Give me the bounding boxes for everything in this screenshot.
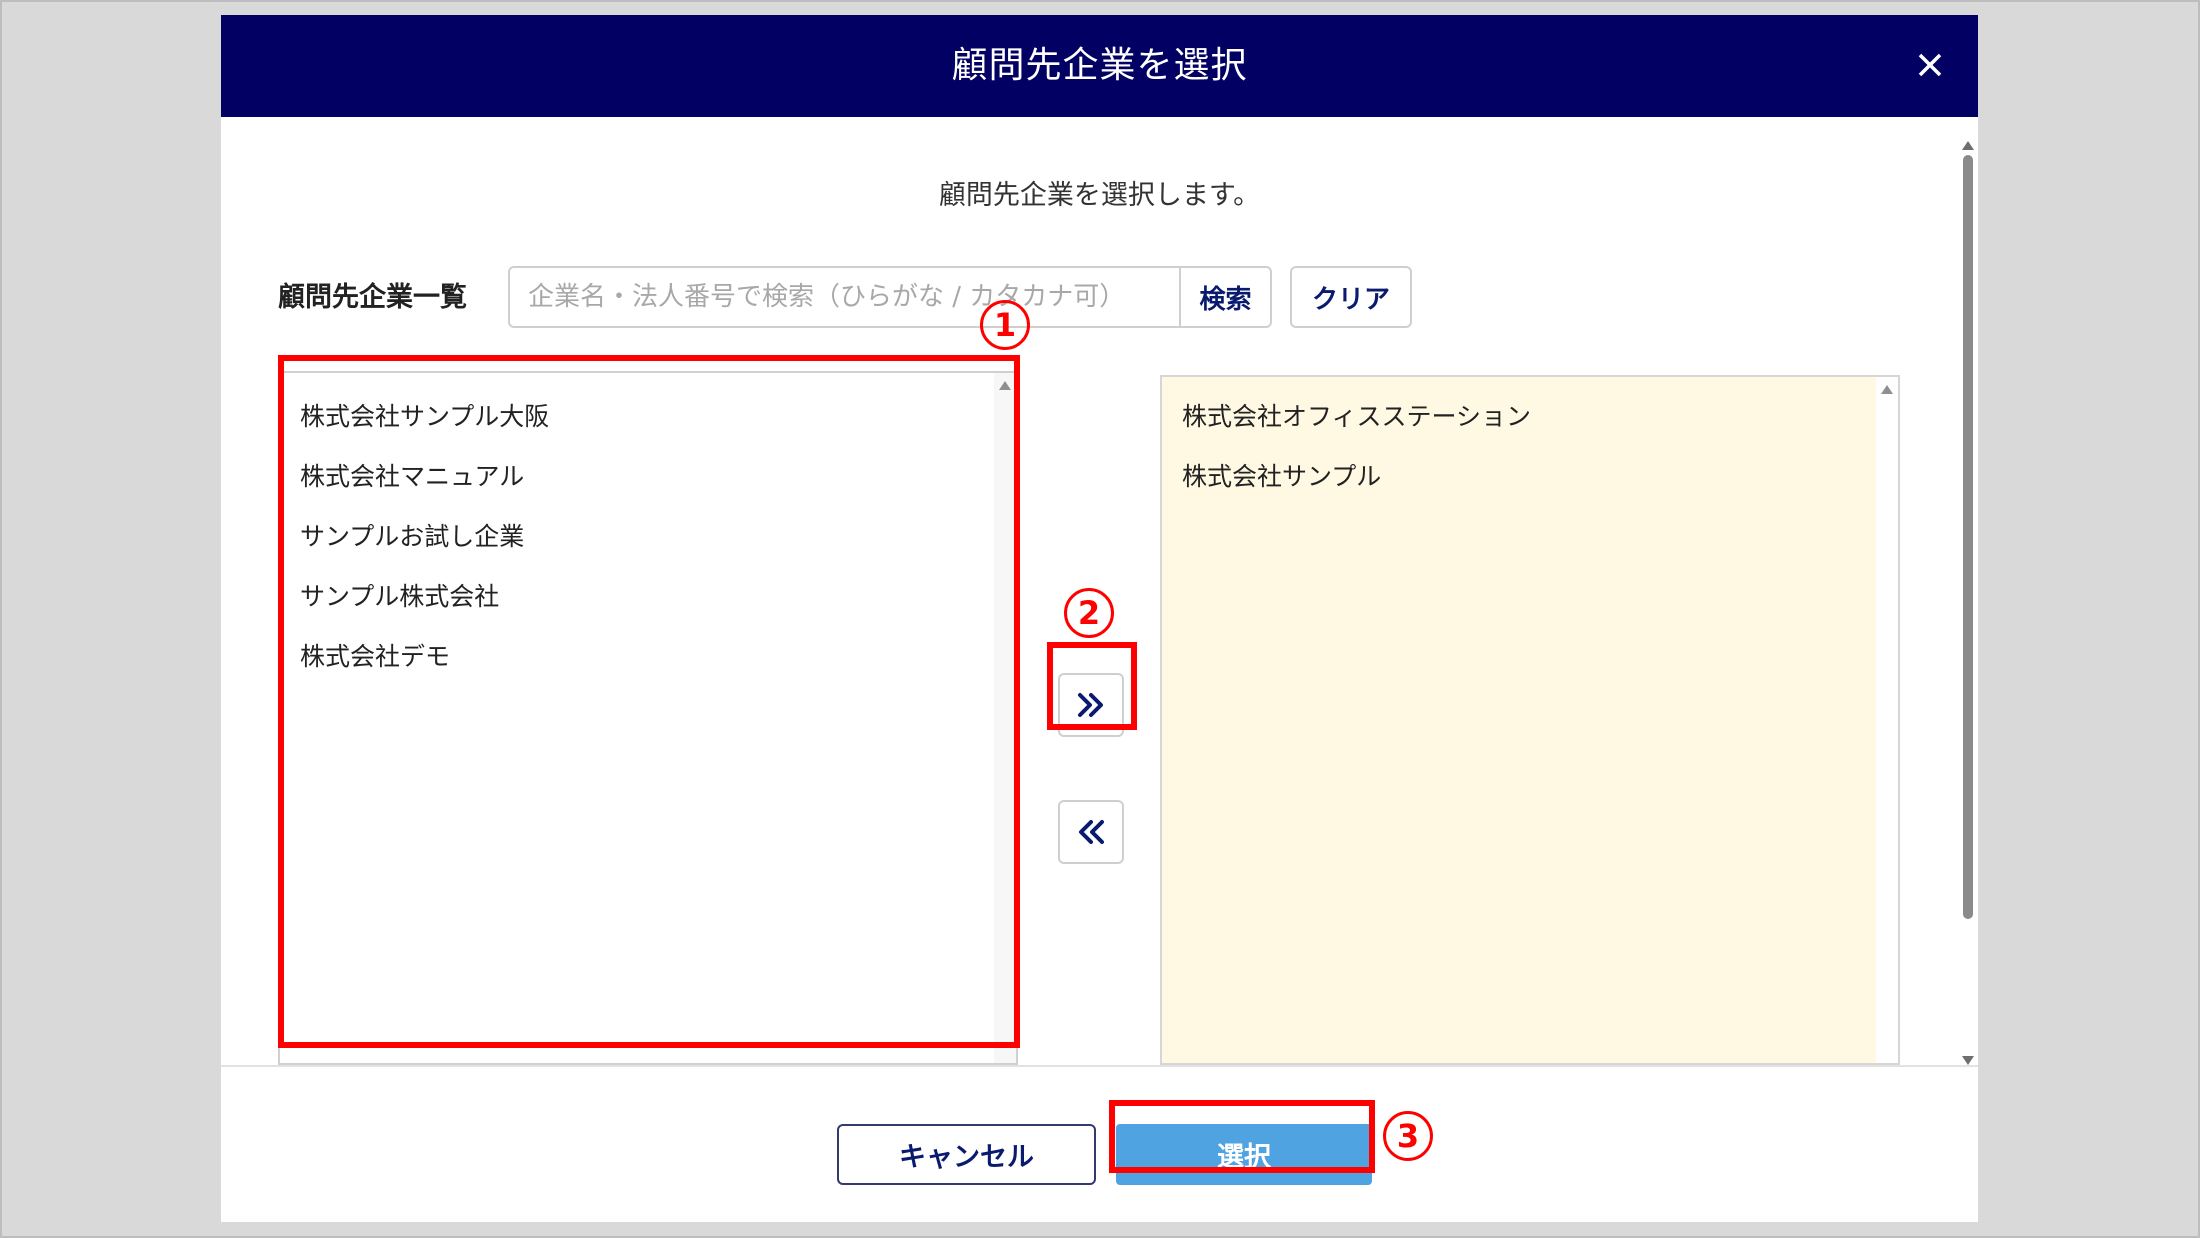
- available-list-scrollbar[interactable]: [994, 373, 1016, 1063]
- search-button[interactable]: 検索: [1179, 266, 1272, 328]
- company-search-input[interactable]: [508, 266, 1180, 328]
- available-companies-list[interactable]: 株式会社サンプル大阪 株式会社マニュアル サンプルお試し企業 サンプル株式会社 …: [278, 371, 1018, 1065]
- move-to-selected-button[interactable]: [1058, 673, 1124, 737]
- list-item[interactable]: 株式会社デモ: [300, 627, 992, 687]
- cancel-button[interactable]: キャンセル: [837, 1124, 1096, 1185]
- list-item[interactable]: 株式会社サンプル: [1182, 447, 1874, 507]
- list-item[interactable]: 株式会社サンプル大阪: [300, 387, 992, 447]
- scroll-down-arrow-icon[interactable]: [1962, 1056, 1974, 1065]
- company-list-label: 顧問先企業一覧: [278, 282, 467, 313]
- selected-companies-list[interactable]: 株式会社オフィスステーション 株式会社サンプル: [1160, 375, 1900, 1065]
- double-chevron-left-icon: [1079, 820, 1104, 844]
- list-item[interactable]: 株式会社オフィスステーション: [1182, 387, 1874, 447]
- clear-button[interactable]: クリア: [1290, 266, 1412, 328]
- selected-list-scrollbar[interactable]: [1876, 377, 1898, 1063]
- scroll-up-arrow-icon[interactable]: [1962, 141, 1974, 150]
- close-button[interactable]: [1910, 45, 1950, 85]
- list-item[interactable]: サンプルお試し企業: [300, 507, 992, 567]
- list-item[interactable]: 株式会社マニュアル: [300, 447, 992, 507]
- move-to-available-button[interactable]: [1058, 800, 1124, 864]
- double-chevron-right-icon: [1078, 693, 1103, 717]
- close-icon: [1918, 53, 1942, 77]
- modal-body: 顧問先企業を選択します。 顧問先企業一覧 検索 クリア 株式会社サンプル大阪 株…: [221, 117, 1978, 1065]
- scroll-up-arrow-icon[interactable]: [999, 381, 1011, 390]
- company-select-modal: 顧問先企業を選択 顧問先企業を選択します。 顧問先企業一覧 検索 クリア 株式会…: [221, 15, 1978, 1222]
- scroll-thumb[interactable]: [1963, 155, 1973, 919]
- scroll-up-arrow-icon[interactable]: [1881, 385, 1893, 394]
- list-item[interactable]: サンプル株式会社: [300, 567, 992, 627]
- modal-scrollbar[interactable]: [1958, 137, 1978, 1065]
- select-button[interactable]: 選択: [1116, 1124, 1372, 1185]
- modal-header: 顧問先企業を選択: [221, 15, 1978, 117]
- modal-title: 顧問先企業を選択: [951, 45, 1248, 86]
- modal-footer: キャンセル 選択: [221, 1065, 1978, 1222]
- modal-description: 顧問先企業を選択します。: [938, 180, 1261, 211]
